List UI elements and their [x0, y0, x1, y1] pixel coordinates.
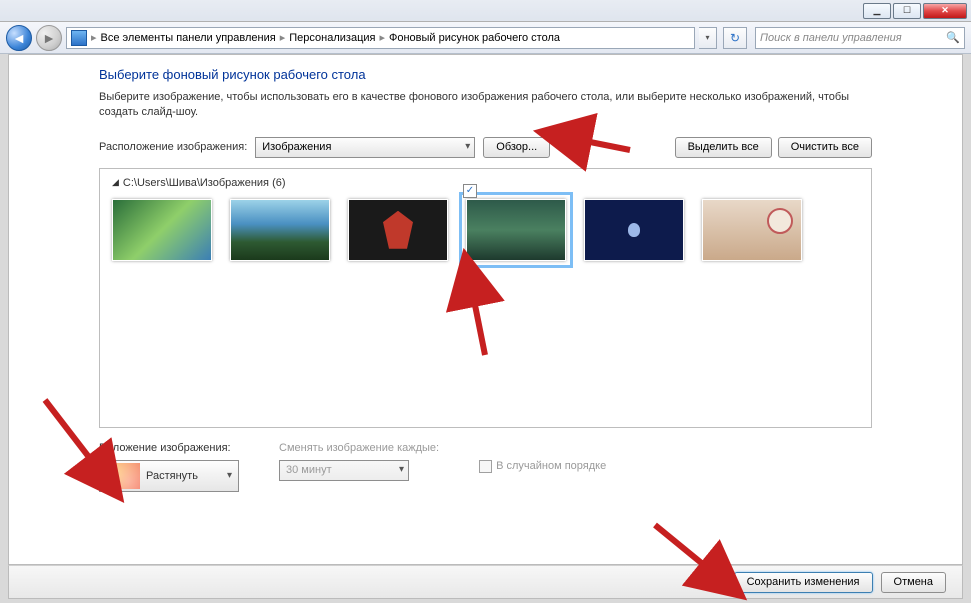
dialog-footer: Сохранить изменения Отмена: [8, 565, 963, 599]
wallpaper-thumbnail[interactable]: [348, 199, 448, 261]
forward-button[interactable]: ►: [36, 25, 62, 51]
collapse-icon: ◢: [112, 177, 119, 188]
navigation-bar: ◄ ► ▸ Все элементы панели управления ▸ П…: [0, 22, 971, 54]
breadcrumb-sep-icon: ▸: [379, 31, 385, 44]
image-gallery: ◢ C:\Users\Шива\Изображения (6): [99, 168, 872, 428]
breadcrumb-sep-icon: ▸: [91, 31, 97, 44]
search-placeholder: Поиск в панели управления: [760, 32, 902, 44]
select-all-button[interactable]: Выделить все: [675, 137, 772, 158]
wallpaper-thumbnail[interactable]: [112, 199, 212, 261]
back-button[interactable]: ◄: [6, 25, 32, 51]
breadcrumb-level2[interactable]: Фоновый рисунок рабочего стола: [389, 32, 560, 44]
save-button[interactable]: Сохранить изменения: [734, 572, 873, 593]
close-button[interactable]: [923, 3, 967, 19]
folder-path: C:\Users\Шива\Изображения (6): [123, 177, 286, 189]
interval-value: 30 минут: [286, 464, 332, 476]
cancel-button[interactable]: Отмена: [881, 572, 946, 593]
interval-dropdown: 30 минут: [279, 460, 409, 481]
refresh-button[interactable]: ↻: [723, 27, 747, 49]
thumbnail-checkbox[interactable]: [463, 184, 477, 198]
breadcrumb-sep-icon: ▸: [280, 31, 286, 44]
wallpaper-thumbnail[interactable]: [702, 199, 802, 261]
maximize-button[interactable]: [893, 3, 921, 19]
interval-label: Сменять изображение каждые:: [279, 442, 439, 454]
shuffle-checkbox: [479, 460, 492, 473]
search-icon: 🔍: [946, 31, 960, 44]
address-dropdown-button[interactable]: ▾: [699, 27, 717, 49]
content-pane: Выберите фоновый рисунок рабочего стола …: [8, 54, 963, 565]
position-value: Растянуть: [146, 470, 198, 482]
wallpaper-thumbnail[interactable]: [584, 199, 684, 261]
page-description: Выберите изображение, чтобы использовать…: [99, 90, 872, 121]
breadcrumb-level1[interactable]: Персонализация: [289, 32, 375, 44]
clear-all-button[interactable]: Очистить все: [778, 137, 872, 158]
folder-header[interactable]: ◢ C:\Users\Шива\Изображения (6): [112, 177, 859, 189]
location-label: Расположение изображения:: [99, 141, 247, 153]
shuffle-label: В случайном порядке: [496, 460, 606, 472]
page-title: Выберите фоновый рисунок рабочего стола: [99, 67, 872, 82]
location-dropdown[interactable]: Изображения: [255, 137, 475, 158]
minimize-button[interactable]: [863, 3, 891, 19]
address-bar[interactable]: ▸ Все элементы панели управления ▸ Персо…: [66, 27, 695, 49]
browse-button[interactable]: Обзор...: [483, 137, 550, 158]
position-dropdown[interactable]: Растянуть: [99, 460, 239, 492]
wallpaper-thumbnail[interactable]: [466, 199, 566, 261]
search-input[interactable]: Поиск в панели управления 🔍: [755, 27, 965, 49]
location-value: Изображения: [262, 141, 331, 153]
position-preview-icon: [102, 463, 140, 489]
position-label: Положение изображения:: [99, 442, 239, 454]
wallpaper-thumbnail[interactable]: [230, 199, 330, 261]
breadcrumb-root[interactable]: Все элементы панели управления: [101, 32, 276, 44]
control-panel-icon: [71, 30, 87, 46]
window-titlebar: [0, 0, 971, 22]
